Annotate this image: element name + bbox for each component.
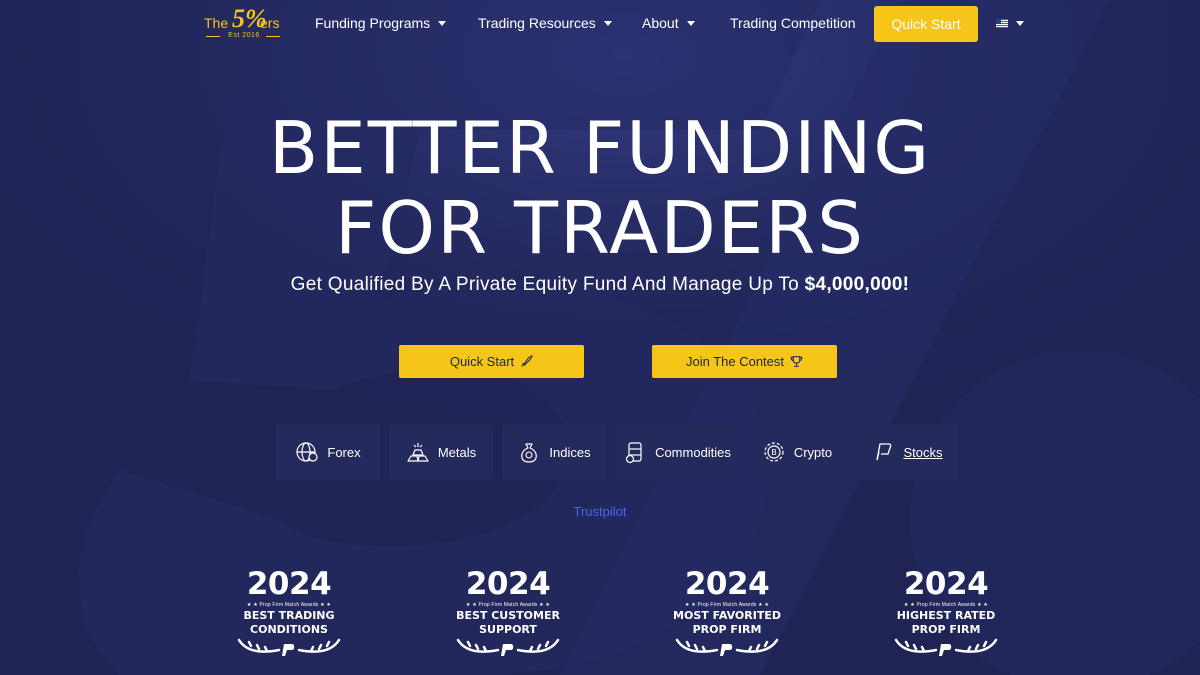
award-title-line2: CONDITIONS xyxy=(250,623,328,636)
trophy-icon xyxy=(790,356,803,367)
market-forex[interactable]: Forex xyxy=(276,424,380,480)
nav-quick-start-button[interactable]: Quick Start xyxy=(874,6,978,42)
award-badge: 2024 ★ ★ Prop Firm Match Awards ★ ★ MOST… xyxy=(667,568,787,658)
us-flag-icon xyxy=(996,19,1008,28)
market-label: Forex xyxy=(327,444,361,460)
globe-currency-icon xyxy=(296,442,318,462)
award-subtitle: ★ ★ Prop Firm Match Awards ★ ★ xyxy=(903,602,989,608)
award-year: 2024 xyxy=(903,566,989,602)
logo-text-ers: ers xyxy=(260,15,280,31)
market-label: Commodities xyxy=(655,444,731,460)
award-year: 2024 xyxy=(246,566,332,602)
market-label: Indices xyxy=(549,444,591,460)
chevron-down-icon xyxy=(1016,21,1024,26)
award-year: 2024 xyxy=(684,566,770,602)
top-navigation: The 5% ers Est 2016 Funding Programs Tra… xyxy=(0,0,1200,48)
trustpilot-link[interactable]: Trustpilot xyxy=(0,504,1200,519)
market-crypto[interactable]: B Crypto xyxy=(748,424,846,480)
nav-label: Funding Programs xyxy=(315,15,431,31)
language-selector[interactable] xyxy=(996,19,1024,28)
hero-title: BETTER FUNDING FOR TRADERS xyxy=(0,108,1200,268)
award-badge: 2024 ★ ★ Prop Firm Match Awards ★ ★ BEST… xyxy=(229,568,349,658)
bitcoin-icon: B xyxy=(764,442,784,462)
award-title-line2: SUPPORT xyxy=(479,623,537,636)
award-title-line1: HIGHEST RATED xyxy=(896,609,996,622)
chevron-down-icon xyxy=(438,20,447,26)
market-label: Crypto xyxy=(793,444,833,460)
hero-subtitle: Get Qualified By A Private Equity Fund A… xyxy=(0,274,1200,296)
stocks-icon xyxy=(876,443,892,461)
award-title-line2: PROP FIRM xyxy=(911,623,981,636)
award-title-line2: PROP FIRM xyxy=(692,623,762,636)
rocket-icon xyxy=(521,355,533,367)
nav-trading-competition[interactable]: Trading Competition xyxy=(730,15,856,31)
nav-trading-resources[interactable]: Trading Resources xyxy=(478,15,612,31)
market-metals[interactable]: Metals xyxy=(389,424,493,480)
award-title-line1: MOST FAVORITED xyxy=(673,609,781,622)
laurel-wreath-icon xyxy=(894,638,998,656)
laurel-wreath-icon xyxy=(456,638,560,656)
market-label: Metals xyxy=(437,444,477,460)
logo-divider-right xyxy=(266,36,280,37)
award-subtitle: ★ ★ Prop Firm Match Awards ★ ★ xyxy=(684,602,770,608)
background-decoration xyxy=(0,0,1200,675)
laurel-wreath-icon xyxy=(675,638,779,656)
chevron-down-icon xyxy=(603,20,612,26)
nav-label: Trading Resources xyxy=(478,15,596,31)
svg-text:B: B xyxy=(771,448,777,457)
join-contest-button[interactable]: Join The Contest xyxy=(652,345,837,378)
money-bag-icon xyxy=(521,443,538,463)
gold-bars-icon xyxy=(407,443,429,462)
hero-subtitle-amount: $4,000,000! xyxy=(804,274,910,295)
market-indices[interactable]: Indices xyxy=(502,424,606,480)
nav-label: Trading Competition xyxy=(730,15,856,31)
award-title-line1: BEST TRADING xyxy=(243,609,335,622)
chevron-down-icon xyxy=(686,20,695,26)
cta-label: Quick Start xyxy=(449,354,515,369)
oil-barrel-icon xyxy=(625,442,642,464)
award-badge: 2024 ★ ★ Prop Firm Match Awards ★ ★ BEST… xyxy=(448,568,568,658)
hero-title-line2: FOR TRADERS xyxy=(334,186,865,270)
market-label: Stocks xyxy=(903,444,943,460)
laurel-wreath-icon xyxy=(237,638,341,656)
cta-label: Join The Contest xyxy=(685,354,785,369)
award-badge: 2024 ★ ★ Prop Firm Match Awards ★ ★ HIGH… xyxy=(886,568,1006,658)
logo-text-the: The xyxy=(204,15,229,31)
hero-title-line1: BETTER FUNDING xyxy=(268,106,932,190)
market-commodities[interactable]: Commodities xyxy=(615,424,739,480)
brand-logo[interactable]: The 5% ers Est 2016 xyxy=(204,4,284,42)
hero-subtitle-text: Get Qualified By A Private Equity Fund A… xyxy=(290,274,805,295)
nav-about[interactable]: About xyxy=(642,15,695,31)
award-year: 2024 xyxy=(465,566,551,602)
nav-label: About xyxy=(642,15,679,31)
award-title-line1: BEST CUSTOMER xyxy=(456,609,560,622)
market-stocks[interactable]: Stocks xyxy=(855,424,959,480)
award-subtitle: ★ ★ Prop Firm Match Awards ★ ★ xyxy=(246,602,332,608)
award-subtitle: ★ ★ Prop Firm Match Awards ★ ★ xyxy=(465,602,551,608)
nav-funding-programs[interactable]: Funding Programs xyxy=(315,15,447,31)
quick-start-button[interactable]: Quick Start xyxy=(399,345,584,378)
